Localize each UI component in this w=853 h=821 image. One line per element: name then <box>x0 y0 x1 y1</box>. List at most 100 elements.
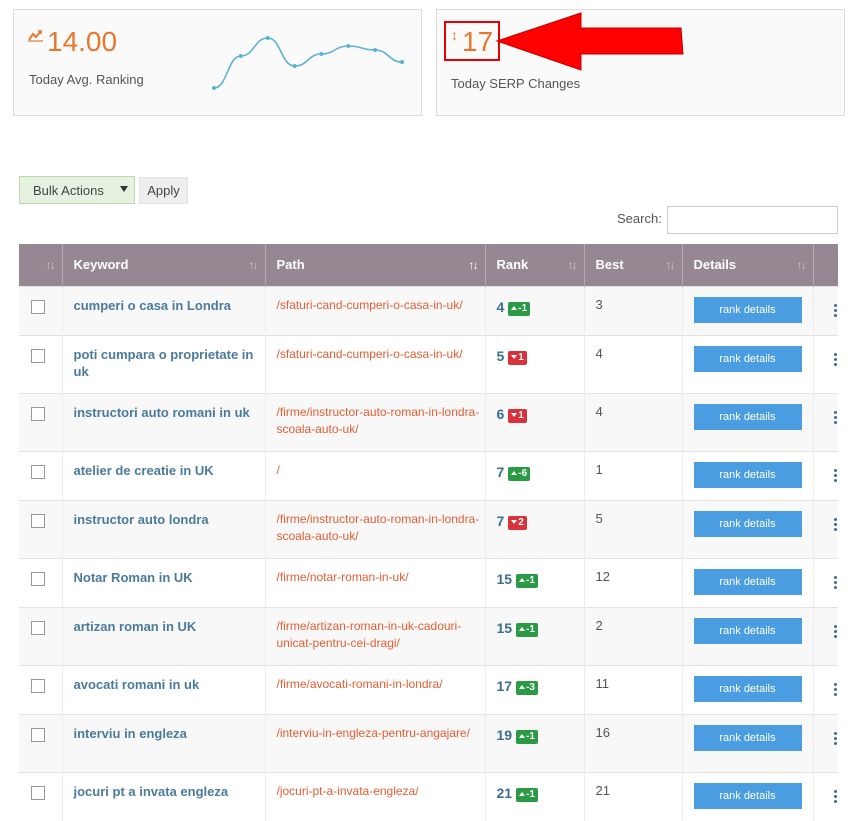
details-header[interactable]: Details ↑↓ <box>682 244 814 286</box>
row-checkbox[interactable] <box>31 571 45 586</box>
row-menu-cell <box>813 664 838 714</box>
kebab-menu-icon[interactable] <box>833 352 837 366</box>
best-cell: 4 <box>584 334 683 393</box>
row-select-cell <box>19 392 63 451</box>
kebab-menu-icon[interactable] <box>833 517 837 531</box>
kebab-menu-icon[interactable] <box>833 468 837 482</box>
keyword-cell: instructori auto romani in uk <box>62 392 266 451</box>
kebab-menu-icon[interactable] <box>833 303 837 317</box>
row-checkbox[interactable] <box>31 620 45 635</box>
details-cell: rank details <box>682 771 814 821</box>
row-checkbox[interactable] <box>31 406 45 421</box>
rank-change-badge: -1 <box>516 787 538 802</box>
caret-up-icon <box>519 791 526 796</box>
row-menu-cell <box>813 557 838 607</box>
keyword-cell: Notar Roman in UK <box>62 557 266 607</box>
rank-details-button[interactable]: rank details <box>693 345 802 372</box>
rank-change-badge: 2 <box>508 515 527 530</box>
keyword-text: artizan roman in UK <box>73 618 197 634</box>
rank-details-button[interactable]: rank details <box>693 724 802 751</box>
keyword-header[interactable]: Keyword ↑↓ <box>62 244 266 286</box>
rank-change-value: -1 <box>518 302 528 314</box>
path-link[interactable]: /firme/instructor-auto-roman-in-londra-s… <box>277 404 485 438</box>
path-link[interactable]: /firme/avocati-romani-in-londra/ <box>277 676 485 693</box>
path-link[interactable]: /firme/notar-roman-in-uk/ <box>277 569 485 586</box>
row-checkbox[interactable] <box>31 348 45 363</box>
row-checkbox[interactable] <box>31 464 45 479</box>
rank-details-button[interactable]: rank details <box>693 617 802 644</box>
path-link[interactable]: /sfaturi-cand-cumperi-o-casa-in-uk/ <box>277 297 485 314</box>
rank-header[interactable]: Rank ↑↓ <box>485 244 585 286</box>
rank-change-value: -1 <box>526 623 535 635</box>
keyword-cell: interviu in engleza <box>62 713 266 772</box>
rank-details-button[interactable]: rank details <box>693 403 802 430</box>
sort-icon: ↑↓ <box>796 258 807 272</box>
path-link[interactable]: /firme/instructor-auto-roman-in-londra-s… <box>277 511 485 545</box>
row-checkbox[interactable] <box>31 513 45 528</box>
kebab-menu-icon[interactable] <box>833 731 837 745</box>
best-value: 11 <box>595 675 610 691</box>
caret-down-icon <box>511 412 518 417</box>
keyword-text: cumperi o casa in Londra <box>73 297 232 313</box>
path-cell: /firme/instructor-auto-roman-in-londra-s… <box>265 499 486 558</box>
apply-button[interactable]: Apply <box>139 177 188 204</box>
row-select-cell <box>19 771 63 821</box>
best-cell: 1 <box>584 450 683 500</box>
rank-details-button[interactable]: rank details <box>693 568 802 595</box>
rank-cell: 7 -6 <box>485 450 585 500</box>
details-cell: rank details <box>682 606 814 665</box>
row-menu-cell <box>813 450 838 500</box>
rank-change-badge: -6 <box>508 466 531 481</box>
rank-value: 4 <box>496 298 505 315</box>
rank-details-button[interactable]: rank details <box>693 782 802 809</box>
best-header[interactable]: Best ↑↓ <box>584 244 683 286</box>
best-value: 3 <box>595 296 603 312</box>
table-row: interviu in engleza/interviu-in-engleza-… <box>19 713 838 772</box>
rank-details-button[interactable]: rank details <box>693 461 802 488</box>
row-checkbox[interactable] <box>31 678 45 693</box>
row-checkbox[interactable] <box>31 299 45 314</box>
row-menu-cell <box>813 285 838 335</box>
avg-ranking-value: 14.00 <box>47 26 118 57</box>
rank-value: 21 <box>496 784 513 801</box>
row-checkbox[interactable] <box>31 785 45 800</box>
table-header-row: ↑↓ Keyword ↑↓ Path ↑↓ Rank ↑↓ Best ↑↓ Detail… <box>19 244 838 286</box>
path-header[interactable]: Path ↑↓ <box>265 244 486 286</box>
kebab-menu-icon[interactable] <box>833 624 837 638</box>
sparkline-point <box>400 60 404 64</box>
search-input[interactable] <box>667 206 838 234</box>
kebab-menu-icon[interactable] <box>833 575 837 589</box>
rank-details-button[interactable]: rank details <box>693 510 802 537</box>
best-value: 16 <box>595 724 610 740</box>
sparkline-point <box>212 86 216 90</box>
row-menu-cell <box>813 499 838 558</box>
kebab-menu-icon[interactable] <box>833 682 837 696</box>
path-link[interactable]: /sfaturi-cand-cumperi-o-casa-in-uk/ <box>277 346 485 363</box>
keyword-cell: jocuri pt a invata engleza <box>62 771 266 821</box>
caret-up-icon <box>511 470 518 475</box>
kebab-menu-icon[interactable] <box>833 789 837 803</box>
rank-cell: 15 -1 <box>485 606 585 665</box>
path-link[interactable]: /jocuri-pt-a-invata-engleza/ <box>277 783 485 800</box>
select-all-header[interactable]: ↑↓ <box>19 244 63 286</box>
path-link[interactable]: /interviu-in-engleza-pentru-angajare/ <box>277 725 485 742</box>
caret-up-icon <box>511 305 518 310</box>
serp-changes-highlight-box: ↕ 17 <box>444 21 500 61</box>
sort-icon: ↑↓ <box>665 258 676 272</box>
rank-change-badge: 1 <box>508 408 527 423</box>
kebab-menu-icon[interactable] <box>833 410 837 424</box>
table-row: atelier de creatie in UK / 7 -6 1 rank detail… <box>19 450 838 500</box>
bulk-actions-select[interactable]: Bulk Actions <box>19 176 135 204</box>
rank-details-button[interactable]: rank details <box>693 675 802 702</box>
actions-header <box>813 244 838 286</box>
keyword-text: poti cumpara o proprietate in uk <box>73 346 254 379</box>
path-link[interactable]: / <box>277 462 485 479</box>
path-cell: /firme/avocati-romani-in-londra/ <box>265 664 486 714</box>
details-cell: rank details <box>682 450 814 500</box>
rank-details-button[interactable]: rank details <box>693 296 802 323</box>
row-menu-cell <box>813 334 838 393</box>
path-cell: /firme/instructor-auto-roman-in-londra-s… <box>265 392 486 451</box>
row-checkbox[interactable] <box>31 727 45 742</box>
keyword-cell: instructor auto londra <box>62 499 266 558</box>
path-link[interactable]: /firme/artizan-roman-in-uk-cadouri-unica… <box>277 618 485 652</box>
